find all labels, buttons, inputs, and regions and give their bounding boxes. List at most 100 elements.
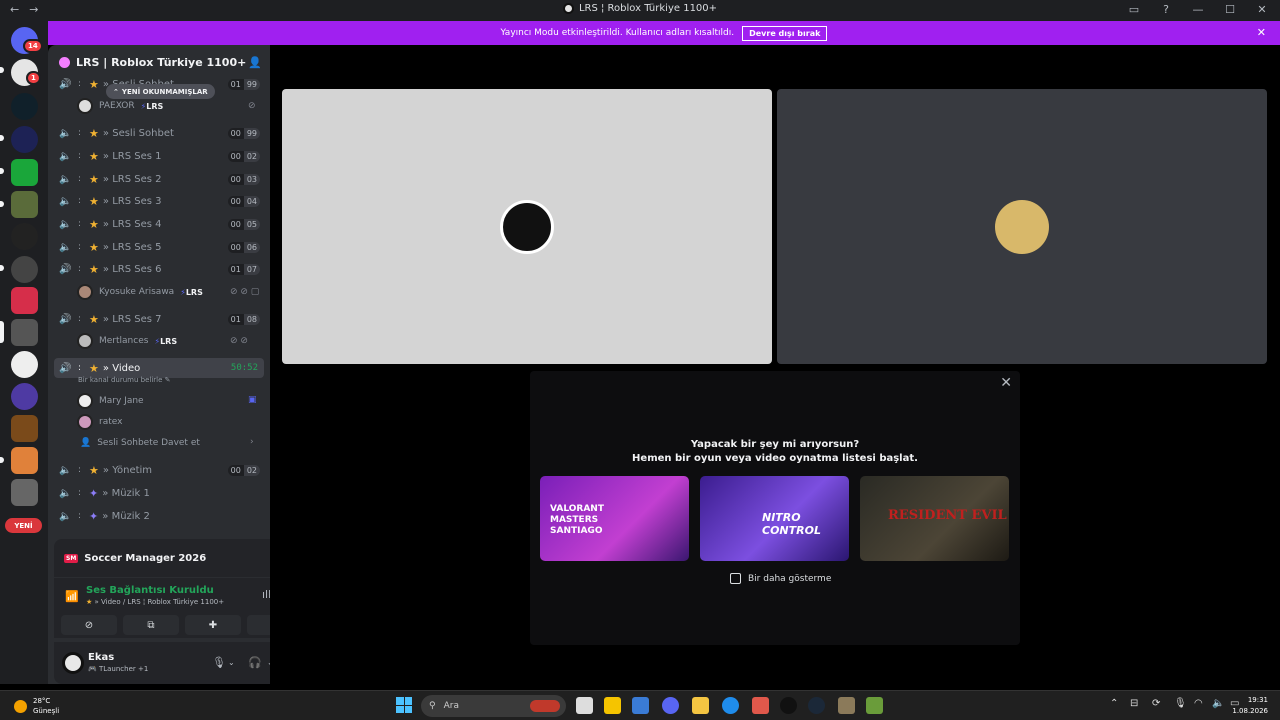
steam-app-icon[interactable] xyxy=(808,697,825,714)
voice-channel[interactable]: 🔈 : ★ » Yönetim 00 02 xyxy=(54,460,264,480)
server-icon[interactable] xyxy=(11,447,38,474)
voice-status[interactable]: Ses Bağlantısı Kuruldu xyxy=(86,585,214,596)
tray-icon[interactable]: ⊟ xyxy=(1130,698,1138,709)
voice-channel[interactable]: 🔈 : ★ » LRS Ses 3 00 04 xyxy=(54,191,264,211)
server-icon[interactable] xyxy=(11,256,38,283)
minimize-icon[interactable]: — xyxy=(1190,3,1206,16)
voice-channel-active[interactable]: 🔊 : ★ » Video 50:52 xyxy=(54,358,264,378)
microphone-app-icon[interactable] xyxy=(752,697,769,714)
voice-channel[interactable]: 🔊 : ★ » LRS Ses 7 01 08 xyxy=(54,309,264,329)
unread-dot xyxy=(0,201,4,207)
signal-icon: 📶 xyxy=(65,590,79,603)
share-screen-button[interactable]: ⧉ xyxy=(123,615,179,635)
user-count: 01 08 xyxy=(227,313,260,325)
voice-member[interactable]: ratex xyxy=(77,413,122,431)
voice-member[interactable]: Mary Jane xyxy=(77,392,144,410)
invite-to-voice[interactable]: 👤 Sesli Sohbete Davet et xyxy=(80,434,200,452)
server-icon-active[interactable] xyxy=(11,319,38,346)
voice-channel[interactable]: 🔈 : ★ » LRS Ses 1 00 02 xyxy=(54,146,264,166)
microphone-icon[interactable]: 🎙 xyxy=(212,656,226,669)
disable-streamer-mode-button[interactable]: Devre dışı bırak xyxy=(742,25,828,41)
avatar xyxy=(500,199,554,254)
voice-member[interactable]: Mertlances ⚡LRS xyxy=(77,332,177,350)
voice-member[interactable]: PAEXOR ⚡LRS xyxy=(77,97,163,115)
volume-icon[interactable]: 🔈 xyxy=(1212,698,1224,709)
camera-off-button[interactable]: ⊘ xyxy=(61,615,117,635)
user-activity: 🎮 TLauncher +1 xyxy=(88,665,148,673)
dont-show-again-checkbox[interactable]: Bir daha gösterme xyxy=(730,573,831,584)
server-icon[interactable] xyxy=(11,383,38,410)
username[interactable]: Ekas xyxy=(88,652,114,663)
channel-separator: : xyxy=(78,264,82,274)
search-placeholder: Ara xyxy=(443,701,459,711)
server-icon[interactable] xyxy=(11,287,38,314)
server-icon[interactable] xyxy=(11,479,38,506)
taskbar-search[interactable]: ⚲ Ara xyxy=(421,695,566,717)
voice-channel[interactable]: 🔈 : ✦ » Müzik 1 xyxy=(54,483,264,503)
channel-separator: : xyxy=(78,488,82,498)
star-icon: ★ xyxy=(89,217,99,231)
close-icon[interactable]: ✕ xyxy=(1257,26,1266,39)
activity-card-nitro-control[interactable]: NITRO CONTROL xyxy=(700,476,849,561)
chevron-down-icon[interactable]: ⌄ xyxy=(228,658,235,667)
discord-app-icon[interactable] xyxy=(662,697,679,714)
channel-separator: : xyxy=(78,196,82,206)
window-title: LRS ¦ Roblox Türkiye 1100+ xyxy=(0,3,1280,14)
channel-separator: : xyxy=(78,151,82,161)
tray-icon[interactable]: ⟳ xyxy=(1152,698,1160,709)
server-icon[interactable] xyxy=(11,223,38,250)
server-icon[interactable] xyxy=(11,191,38,218)
edge-browser-icon[interactable] xyxy=(722,697,739,714)
activities-button[interactable]: ✚ xyxy=(185,615,241,635)
avatar[interactable] xyxy=(62,652,84,674)
close-icon[interactable]: ✕ xyxy=(1000,375,1012,391)
wifi-icon[interactable]: ◠ xyxy=(1194,698,1203,709)
server-icon[interactable] xyxy=(11,415,38,442)
server-icon[interactable] xyxy=(11,93,38,120)
server-icon[interactable] xyxy=(11,126,38,153)
window-titlebar: ← → LRS ¦ Roblox Türkiye 1100+ ▭ ? — ☐ ✕ xyxy=(0,0,1280,21)
participant-tile[interactable] xyxy=(777,89,1267,364)
server-icon[interactable] xyxy=(11,159,38,186)
notepad-app-icon[interactable] xyxy=(576,697,593,714)
channel-status-prompt[interactable]: Bir kanal durumu belirle ✎ xyxy=(78,376,171,384)
music-star-icon: ✦ xyxy=(89,509,99,523)
voice-channel[interactable]: 🔈 : ★ » LRS Ses 4 00 05 xyxy=(54,214,264,234)
app-icon[interactable] xyxy=(604,697,621,714)
voice-member[interactable]: Kyosuke Arisawa ⚡LRS xyxy=(77,283,203,301)
voice-channel[interactable]: 🔊 : ★ » LRS Ses 6 01 07 xyxy=(54,259,264,279)
maximize-icon[interactable]: ☐ xyxy=(1222,3,1238,16)
voice-channel[interactable]: 🔈 : ✦ » Müzik 2 xyxy=(54,506,264,526)
new-badge[interactable]: YENİ xyxy=(5,518,42,533)
activity-card-valorant[interactable]: VALORANT MASTERS SANTIAGO xyxy=(540,476,689,561)
channel-separator: : xyxy=(78,314,82,324)
app-icon[interactable] xyxy=(780,697,797,714)
minecraft-app-icon[interactable] xyxy=(866,697,883,714)
unread-dot xyxy=(0,135,4,141)
activity-card-resident-evil[interactable]: RESIDENT EVIL xyxy=(860,476,1009,561)
windows-start-icon[interactable] xyxy=(396,697,412,713)
headphones-icon[interactable]: 🎧 xyxy=(248,656,262,669)
voice-channel[interactable]: 🔈 : ★ » LRS Ses 5 00 06 xyxy=(54,237,264,257)
help-icon[interactable]: ? xyxy=(1158,3,1174,16)
channel-name: » LRS Ses 1 xyxy=(102,150,162,162)
file-explorer-icon[interactable] xyxy=(692,697,709,714)
voice-channel[interactable]: 🔈 : ★ » Sesli Sohbet 00 99 xyxy=(54,123,264,143)
participant-tile[interactable] xyxy=(282,89,772,364)
tray-overflow-icon[interactable]: ⌃ xyxy=(1110,698,1118,709)
microphone-icon[interactable]: 🎙 xyxy=(1174,698,1187,709)
server-unread-badge: 1 xyxy=(26,71,41,85)
voice-channel[interactable]: 🔈 : ★ » LRS Ses 2 00 03 xyxy=(54,169,264,189)
music-star-icon: ✦ xyxy=(89,486,99,500)
close-icon[interactable]: ✕ xyxy=(1254,3,1270,16)
member-name: Kyosuke Arisawa xyxy=(99,287,175,297)
add-member-icon[interactable]: 👤 xyxy=(248,56,262,69)
system-clock[interactable]: 19:31 1.08.2026 xyxy=(1232,695,1268,717)
store-app-icon[interactable] xyxy=(632,697,649,714)
game-app-icon[interactable] xyxy=(838,697,855,714)
server-icon[interactable] xyxy=(11,351,38,378)
weather-widget[interactable]: 28°C Güneşli xyxy=(14,696,59,716)
inbox-icon[interactable]: ▭ xyxy=(1126,3,1142,16)
channel-separator: : xyxy=(78,511,82,521)
checkbox[interactable] xyxy=(730,573,741,584)
